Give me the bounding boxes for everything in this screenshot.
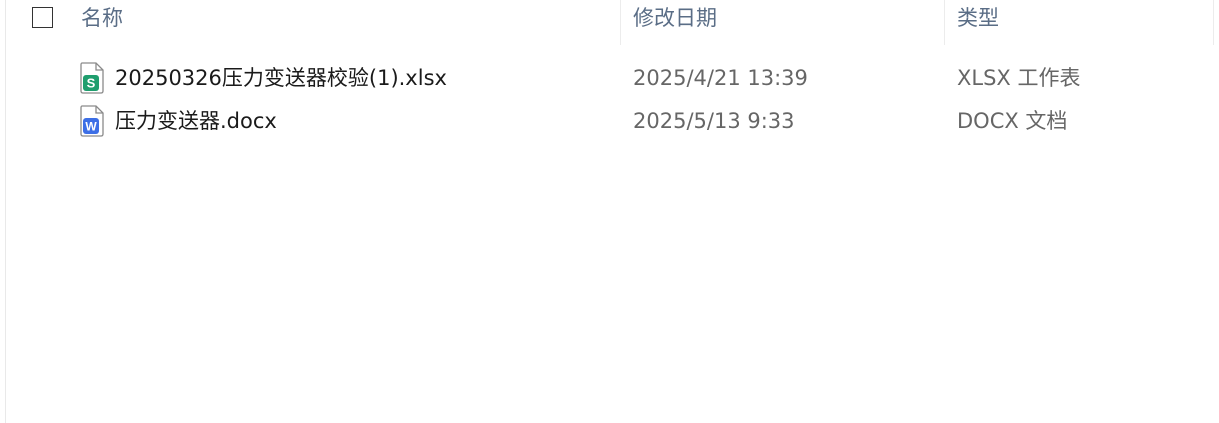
file-type: XLSX 工作表 xyxy=(957,66,1081,90)
column-divider[interactable] xyxy=(944,0,945,45)
column-header-row: 名称 修改日期 类型 xyxy=(0,0,1214,45)
file-row-docx[interactable]: W 压力变送器.docx 2025/5/13 9:33 DOCX 文档 xyxy=(0,101,1214,143)
column-header-type[interactable]: 类型 xyxy=(957,0,999,45)
file-name[interactable]: 压力变送器.docx xyxy=(115,101,277,141)
file-name[interactable]: 20250326压力变送器校验(1).xlsx xyxy=(115,58,447,98)
select-all-checkbox[interactable] xyxy=(32,7,53,28)
file-row-xlsx[interactable]: S 20250326压力变送器校验(1).xlsx 2025/4/21 13:3… xyxy=(0,58,1214,100)
docx-icon-letter: W xyxy=(85,120,97,134)
docx-file-icon: W xyxy=(80,105,104,137)
xlsx-file-icon: S xyxy=(80,62,104,94)
column-header-modified[interactable]: 修改日期 xyxy=(633,0,717,45)
column-header-name[interactable]: 名称 xyxy=(81,0,123,45)
file-modified-date: 2025/5/13 9:33 xyxy=(633,109,795,133)
file-list-pane: 名称 修改日期 类型 S 20250326压力变送器校验(1).xlsx 202… xyxy=(0,0,1219,423)
column-divider[interactable] xyxy=(620,0,621,45)
xlsx-icon-letter: S xyxy=(87,76,96,91)
file-type: DOCX 文档 xyxy=(957,109,1068,133)
column-divider[interactable] xyxy=(1213,0,1214,45)
file-modified-date: 2025/4/21 13:39 xyxy=(633,66,808,90)
